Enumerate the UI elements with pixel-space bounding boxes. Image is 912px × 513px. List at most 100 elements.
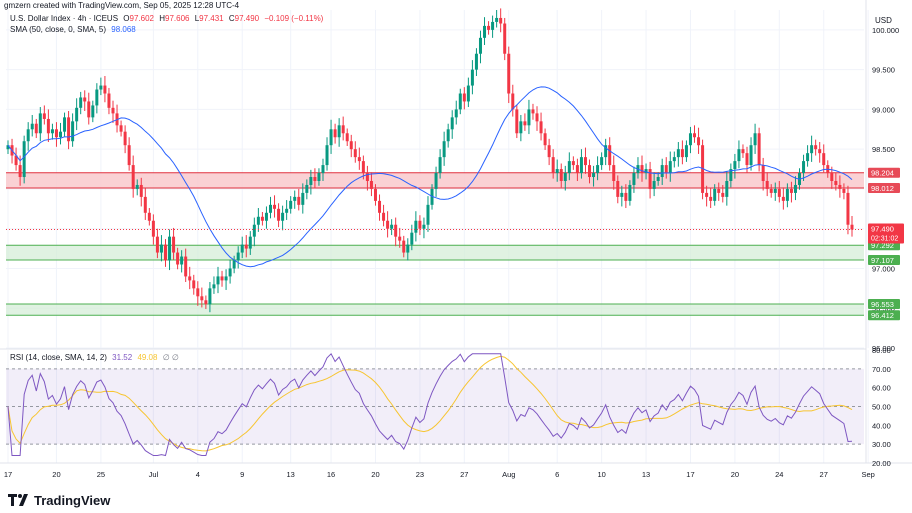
candle-up — [555, 169, 559, 174]
candle-down — [349, 141, 353, 150]
candle-down — [131, 165, 135, 189]
candle-up — [454, 109, 458, 118]
candle-up — [519, 121, 523, 134]
candle-down — [220, 276, 224, 281]
candle-down — [83, 97, 87, 102]
rsi-tick-label: 60.00 — [872, 384, 891, 393]
candle-down — [693, 133, 697, 138]
close-label: C — [228, 14, 235, 23]
candle-up — [483, 25, 487, 38]
tradingview-logo[interactable]: TradingView — [8, 492, 110, 508]
candle-down — [151, 220, 155, 237]
price-tick-label: 100.000 — [872, 26, 899, 35]
sma-legend: SMA (50, close, 0, SMA, 5) 98.068 — [10, 25, 139, 35]
candle-down — [583, 157, 587, 166]
rsi-value: 31.52 — [112, 353, 133, 362]
candle-up — [628, 184, 632, 201]
candle-up — [713, 188, 717, 201]
candle-up — [749, 145, 753, 166]
candle-down — [761, 165, 765, 181]
candle-down — [680, 149, 684, 158]
rsi-tick-label: 20.00 — [872, 459, 891, 468]
time-tick-label: 24 — [775, 470, 783, 479]
candle-up — [159, 244, 163, 253]
candle-down — [123, 131, 127, 146]
candle-down — [353, 149, 357, 158]
candle-down — [277, 208, 281, 221]
candle-down — [394, 224, 398, 237]
sma-label[interactable]: SMA (50, close, 0, SMA, 5) — [10, 25, 106, 34]
candle-up — [466, 85, 470, 102]
candle-down — [846, 192, 850, 225]
candle-down — [273, 204, 277, 209]
candle-down — [418, 220, 422, 229]
candle-down — [709, 196, 713, 201]
candle-up — [414, 220, 418, 233]
candle-up — [22, 141, 26, 178]
rsi-label[interactable]: RSI (14, close, SMA, 14, 2) — [10, 353, 107, 362]
price-tags: 98.20498.01297.29297.10796.55396.41297.4… — [868, 167, 904, 321]
candle-up — [309, 177, 313, 185]
candle-down — [547, 145, 551, 158]
candle-down — [244, 244, 248, 249]
candle-down — [163, 244, 167, 261]
tradingview-logo-icon — [8, 494, 28, 506]
candle-up — [252, 224, 256, 237]
candle-up — [232, 260, 236, 269]
candle-down — [462, 93, 466, 102]
candle-down — [398, 236, 402, 241]
candle-up — [390, 224, 394, 229]
candle-down — [54, 129, 58, 138]
candle-up — [71, 121, 75, 142]
candle-down — [559, 169, 563, 181]
candle-down — [155, 236, 159, 253]
support-zone — [6, 245, 864, 260]
time-tick-label: 4 — [196, 470, 200, 479]
candle-down — [571, 161, 575, 166]
tradingview-logo-text: TradingView — [34, 492, 111, 508]
candle-down — [386, 220, 390, 229]
candle-down — [139, 184, 143, 197]
candle-up — [268, 204, 272, 213]
candle-down — [697, 137, 701, 146]
symbol-legend: U.S. Dollar Index · 4h · ICEUS O97.602 H… — [10, 14, 326, 24]
candle-up — [620, 192, 624, 197]
candle-up — [563, 173, 567, 181]
candle-down — [345, 133, 349, 142]
candle-down — [127, 145, 131, 166]
last-price-tag: 97.490 — [871, 225, 894, 234]
candle-up — [491, 21, 495, 30]
candle-up — [684, 145, 688, 158]
support-zone — [6, 304, 864, 316]
countdown-tag: 02:31:02 — [871, 236, 898, 243]
candle-down — [147, 212, 151, 221]
candle-down — [143, 196, 147, 213]
time-tick-label: 6 — [555, 470, 559, 479]
candle-up — [135, 184, 139, 189]
currency-label[interactable]: USD — [875, 16, 892, 26]
symbol-name[interactable]: U.S. Dollar Index · 4h · ICEUS — [10, 14, 118, 23]
candle-down — [616, 180, 620, 197]
candle-down — [507, 53, 511, 94]
rsi-tick-label: 30.00 — [872, 440, 891, 449]
candle-down — [378, 200, 382, 213]
candle-down — [184, 256, 188, 277]
candle-down — [402, 240, 406, 253]
high-value: 97.606 — [165, 14, 190, 23]
time-tick-label: 10 — [597, 470, 605, 479]
candle-up — [406, 244, 410, 253]
time-tick-label: 17 — [4, 470, 12, 479]
time-tick-label: 20 — [731, 470, 739, 479]
candle-down — [46, 118, 50, 134]
candle-down — [196, 288, 200, 297]
candle-up — [321, 165, 325, 174]
candle-down — [777, 188, 781, 197]
candle-down — [765, 180, 769, 189]
candle-up — [305, 184, 309, 193]
candle-up — [434, 173, 438, 189]
candle-down — [503, 23, 507, 54]
candle-down — [818, 149, 822, 154]
candle-up — [470, 69, 474, 86]
rsi-pane — [6, 352, 864, 457]
time-tick-label: 27 — [460, 470, 468, 479]
